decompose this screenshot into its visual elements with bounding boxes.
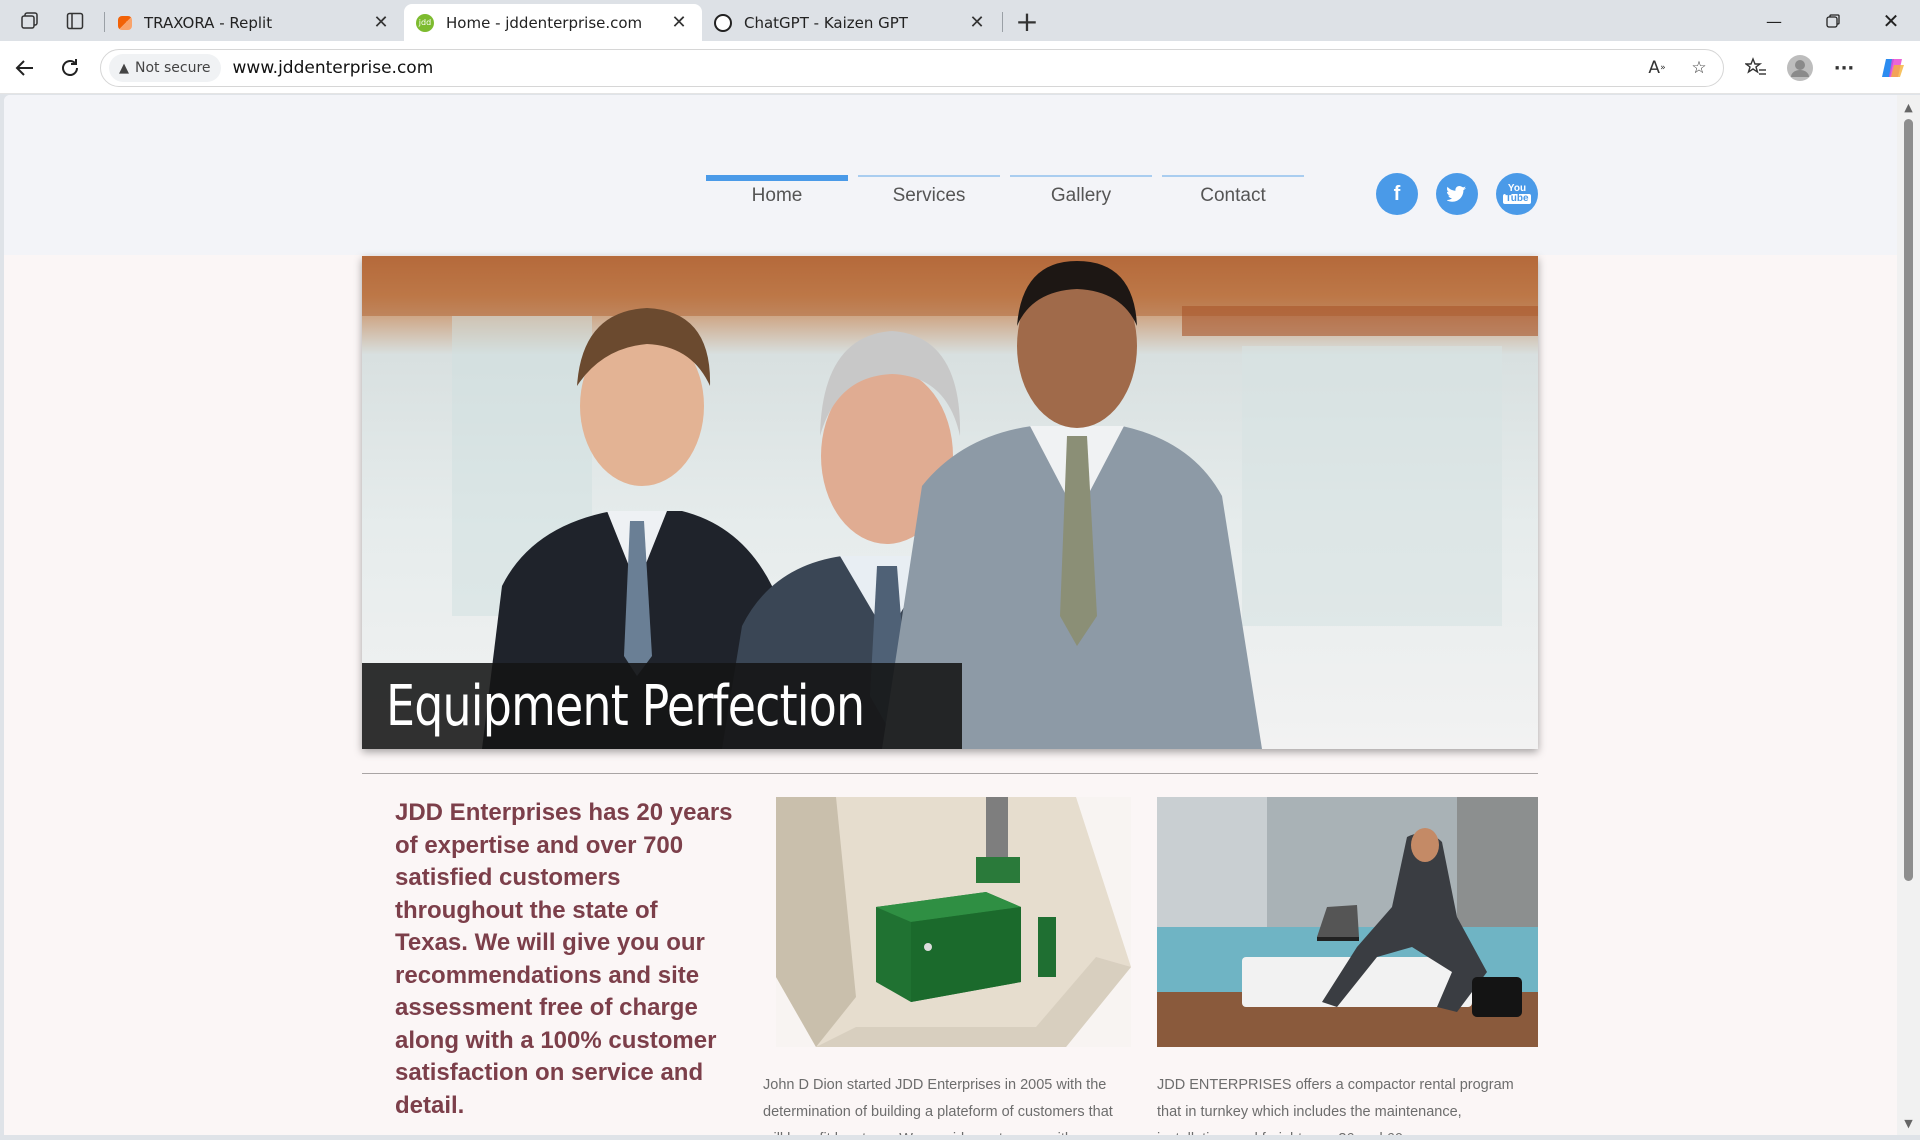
- minimize-icon[interactable]: —: [1751, 6, 1797, 36]
- hero-caption: Equipment Perfection: [362, 663, 962, 749]
- security-indicator[interactable]: ▲ Not secure: [109, 54, 221, 82]
- restore-icon[interactable]: [1810, 6, 1856, 36]
- tab-separator: [1002, 12, 1003, 32]
- intro-text: JDD Enterprises has 20 years of expertis…: [395, 799, 733, 1119]
- compactor-image: [776, 797, 1131, 1047]
- hero-caption-text: Equipment Perfection: [386, 673, 865, 739]
- close-tab-icon[interactable]: ✕: [668, 12, 690, 34]
- warning-icon: ▲: [119, 60, 129, 76]
- rental-program-text: JDD ENTERPRISES offers a compactor renta…: [1157, 1077, 1514, 1135]
- vertical-tabs-icon[interactable]: [62, 8, 88, 34]
- close-tab-icon[interactable]: ✕: [966, 12, 988, 34]
- back-icon[interactable]: [10, 53, 40, 83]
- tab-separator: [104, 12, 105, 32]
- browser-tab-bar: TRAXORA - Replit ✕ jdd Home - jddenterpr…: [0, 0, 1920, 41]
- page-scrollbar[interactable]: ▲ ▼: [1897, 95, 1920, 1135]
- tab-jddenterprise[interactable]: jdd Home - jddenterprise.com ✕: [404, 4, 702, 41]
- tab-title: ChatGPT - Kaizen GPT: [744, 13, 908, 32]
- read-aloud-icon[interactable]: A»: [1643, 54, 1671, 82]
- scroll-down-icon[interactable]: ▼: [1902, 1117, 1915, 1130]
- security-label: Not secure: [135, 60, 211, 76]
- facebook-icon[interactable]: f: [1376, 173, 1418, 215]
- hero-banner: Equipment Perfection: [362, 256, 1538, 749]
- more-options-icon[interactable]: ···: [1828, 52, 1860, 84]
- address-bar[interactable]: ▲ Not secure www.jddenterprise.com A» ☆: [100, 49, 1724, 87]
- workspaces-icon[interactable]: [17, 8, 43, 34]
- copilot-icon[interactable]: [1877, 52, 1909, 84]
- main-nav: Home Services Gallery Contact: [706, 175, 1304, 215]
- refresh-icon[interactable]: [55, 53, 85, 83]
- close-window-icon[interactable]: ✕: [1868, 6, 1914, 36]
- tab-chatgpt[interactable]: ChatGPT - Kaizen GPT ✕: [702, 4, 1000, 41]
- nav-gallery[interactable]: Gallery: [1010, 175, 1152, 215]
- twitter-icon[interactable]: [1436, 173, 1478, 215]
- section-divider: [362, 773, 1538, 774]
- about-founder-text: John D Dion started JDD Enterprises in 2…: [763, 1077, 1113, 1135]
- tab-traxora[interactable]: TRAXORA - Replit ✕: [106, 4, 404, 41]
- close-tab-icon[interactable]: ✕: [370, 12, 392, 34]
- businessman-laptop-image: [1157, 797, 1538, 1047]
- url-text[interactable]: www.jddenterprise.com: [233, 58, 434, 78]
- page-viewport: Home Services Gallery Contact f YouTube: [4, 95, 1897, 1135]
- tab-title: Home - jddenterprise.com: [446, 13, 643, 32]
- chatgpt-favicon-icon: [714, 13, 732, 32]
- tab-title: TRAXORA - Replit: [144, 13, 273, 32]
- profile-avatar-icon[interactable]: [1784, 52, 1816, 84]
- favorites-icon[interactable]: [1740, 52, 1772, 84]
- new-tab-button[interactable]: +: [1012, 5, 1042, 38]
- nav-services[interactable]: Services: [858, 175, 1000, 215]
- youtube-icon[interactable]: You Tube: [1496, 173, 1538, 215]
- scroll-up-icon[interactable]: ▲: [1902, 101, 1915, 114]
- nav-home[interactable]: Home: [706, 175, 848, 215]
- site-header: Home Services Gallery Contact f You Tube: [4, 95, 1897, 255]
- favorite-star-icon[interactable]: ☆: [1685, 54, 1713, 82]
- browser-toolbar: ▲ Not secure www.jddenterprise.com A» ☆ …: [0, 41, 1920, 94]
- replit-favicon-icon: [118, 15, 132, 30]
- nav-contact[interactable]: Contact: [1162, 175, 1304, 215]
- scroll-thumb[interactable]: [1904, 119, 1913, 881]
- jdd-favicon-icon: jdd: [416, 13, 434, 32]
